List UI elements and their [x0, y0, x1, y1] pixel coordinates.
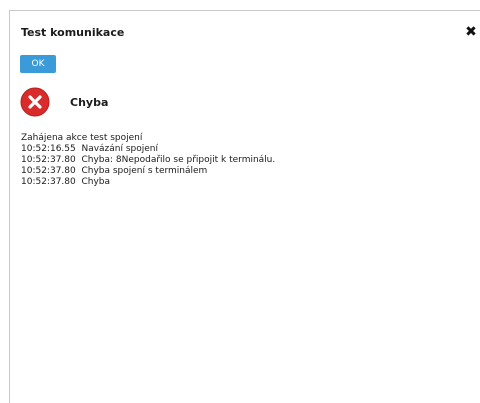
ok-button[interactable]: OK — [20, 55, 56, 73]
status-label: Chyba — [70, 95, 109, 109]
status-row: Chyba — [20, 87, 108, 117]
log-line: Zahájena akce test spojení — [21, 133, 143, 143]
close-icon[interactable]: ✖ — [464, 25, 478, 39]
error-icon — [20, 87, 50, 117]
log-line: 10:52:37.80 Chyba — [21, 177, 110, 187]
log-line: 10:52:37.80 Chyba: 8Nepodařilo se připoj… — [21, 155, 276, 165]
log-line: 10:52:37.80 Chyba spojení s terminálem — [21, 166, 208, 176]
log-output: Zahájena akce test spojení 10:52:16.55 N… — [21, 133, 461, 188]
test-communication-dialog: Test komunikace ✖ OK Chyba Zahájena akce… — [9, 10, 480, 403]
dialog-title: Test komunikace — [21, 26, 125, 39]
log-line: 10:52:16.55 Navázání spojení — [21, 144, 158, 154]
